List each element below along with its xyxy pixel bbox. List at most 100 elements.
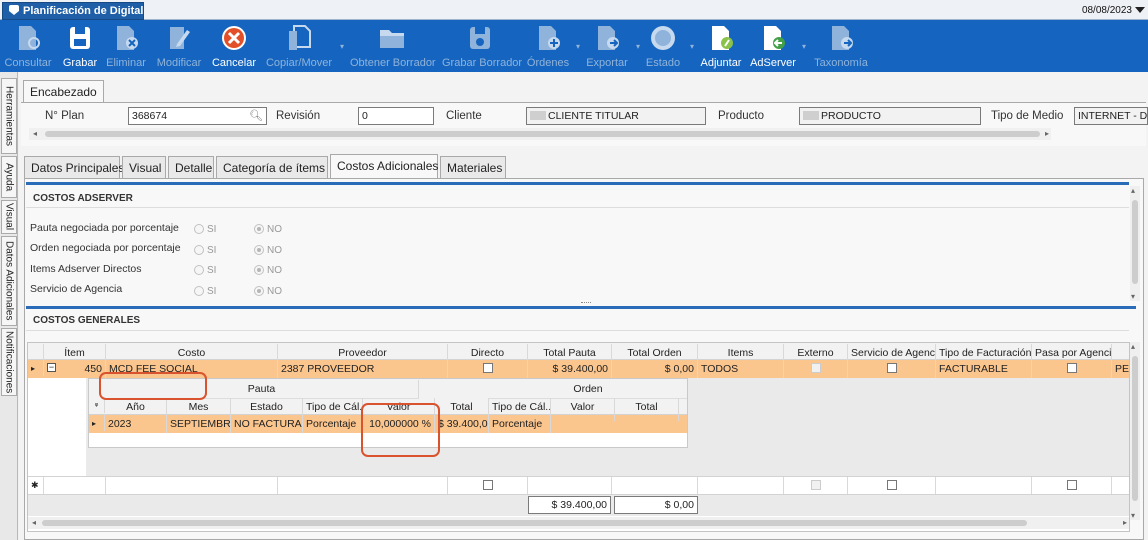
grid-scrollbar[interactable]: ◂ ▸	[28, 517, 1129, 529]
externo-checkbox[interactable]	[810, 363, 821, 373]
tipo-medio-input[interactable]: INTERNET - DIGI	[1074, 107, 1148, 125]
sub-cell-tipo-calculo[interactable]: Porcentaje	[303, 415, 363, 433]
scroll-right-icon[interactable]: ▸	[1123, 518, 1127, 527]
ordenes-button[interactable]: Órdenes ▾	[526, 20, 580, 72]
dropdown-arrow-icon[interactable]: ▾	[340, 42, 344, 51]
search-icon[interactable]: 🔍︎	[249, 109, 263, 122]
filter-icon[interactable]: ᵠ	[89, 398, 105, 413]
plan-input[interactable]: 368674 🔍︎	[128, 107, 267, 125]
sub-col-tipo-calculo-orden[interactable]: Tipo de Cál...	[489, 398, 551, 416]
scroll-thumb[interactable]	[1132, 200, 1138, 284]
dropdown-arrow-icon[interactable]: ▾	[636, 42, 640, 51]
dropdown-arrow-icon[interactable]: ▾	[802, 42, 806, 51]
radio-si[interactable]: SI	[194, 224, 216, 235]
externo-checkbox[interactable]	[810, 480, 821, 490]
copiar-mover-button[interactable]: Copiar/Mover ▾	[264, 20, 344, 72]
radio-no[interactable]: NO	[254, 265, 282, 276]
header-scrollbar[interactable]: ◂ ▸	[29, 128, 1051, 140]
exportar-button[interactable]: Exportar ▾	[584, 20, 640, 72]
tab-encabezado[interactable]: Encabezado	[23, 80, 104, 102]
estado-button[interactable]: Estado ▾	[642, 20, 694, 72]
radio-no[interactable]: NO	[254, 245, 282, 256]
dropdown-arrow-icon[interactable]: ▾	[690, 42, 694, 51]
sub-col-anio[interactable]: Año	[105, 398, 167, 416]
adserver-button[interactable]: AdServer ▾	[750, 20, 806, 72]
sub-cell-estado[interactable]: NO FACTURADO	[231, 415, 303, 433]
dropdown-arrow-icon[interactable]: ▾	[576, 42, 580, 51]
cell-total-pauta[interactable]: $ 39.400,00	[528, 360, 612, 378]
servicio-agencia-checkbox[interactable]	[886, 480, 897, 490]
side-tab-notificaciones[interactable]: Notificaciones	[1, 328, 17, 396]
radio-si[interactable]: SI	[194, 245, 216, 256]
producto-input[interactable]: PRODUCTO	[799, 107, 981, 125]
radio-no[interactable]: NO	[254, 286, 282, 297]
tab-costos-adicionales[interactable]: Costos Adicionales	[330, 154, 438, 179]
consultar-button[interactable]: Consultar	[0, 20, 56, 72]
grabar-button[interactable]: Grabar	[58, 20, 102, 72]
sub-col-mes[interactable]: Mes	[167, 398, 231, 416]
radio-no[interactable]: NO	[254, 224, 282, 235]
cliente-input[interactable]: CLIENTE TITULAR	[526, 107, 706, 125]
cell-proveedor[interactable]: 2387 PROVEEDOR	[278, 360, 448, 378]
cell-pasa-agencia[interactable]	[1032, 360, 1112, 379]
modificar-button[interactable]: Modificar	[152, 20, 206, 72]
obtener-borrador-button[interactable]: Obtener Borrador	[350, 20, 436, 72]
sub-cell-anio[interactable]: 2023	[105, 415, 167, 433]
cell-total-orden[interactable]: $ 0,00	[612, 360, 698, 378]
splitter-handle[interactable]	[581, 302, 591, 304]
eliminar-button[interactable]: Eliminar	[104, 20, 148, 72]
directo-checkbox[interactable]	[482, 480, 493, 490]
cell-directo[interactable]	[448, 360, 528, 379]
side-tab-herramientas[interactable]: Herramientas	[1, 78, 17, 154]
sub-cell-tipo-calculo-orden[interactable]: Porcentaje	[489, 415, 551, 433]
window-tab[interactable]: Planificación de Digital	[2, 2, 144, 20]
scroll-left-icon[interactable]: ◂	[32, 518, 36, 527]
radio-si[interactable]: SI	[194, 265, 216, 276]
tab-categoria-items[interactable]: Categoría de ítems	[216, 156, 328, 178]
sub-cell-valor-orden[interactable]	[551, 415, 615, 421]
scroll-left-icon[interactable]: ◂	[33, 129, 37, 138]
sub-col-total[interactable]: Total	[435, 398, 489, 416]
sub-cell-total-orden[interactable]	[615, 415, 679, 421]
sub-col-total-orden[interactable]: Total	[615, 398, 679, 416]
cancelar-button[interactable]: Cancelar	[210, 20, 258, 72]
cell-item[interactable]: −450	[44, 360, 106, 378]
tab-detalle[interactable]: Detalle	[168, 156, 214, 178]
adjuntar-button[interactable]: Adjuntar	[698, 20, 744, 72]
menu-arrow-icon[interactable]	[1135, 7, 1145, 13]
pasa-agencia-checkbox[interactable]	[1066, 363, 1077, 373]
side-tab-visual[interactable]: Visual	[1, 200, 17, 234]
scroll-down-icon[interactable]: ▾	[1131, 292, 1135, 301]
adserver-scrollbar[interactable]: ▴ ▾	[1130, 186, 1140, 301]
collapse-icon[interactable]: −	[47, 363, 56, 372]
revision-input[interactable]: 0	[358, 107, 434, 125]
side-tab-ayuda[interactable]: Ayuda	[1, 156, 17, 198]
sub-col-estado[interactable]: Estado	[231, 398, 303, 416]
tab-datos-principales[interactable]: Datos Principales	[24, 156, 124, 178]
grabar-borrador-button[interactable]: Grabar Borrador	[442, 20, 522, 72]
cell-extra[interactable]: PES	[1112, 360, 1129, 378]
sub-col-tipo-calculo[interactable]: Tipo de Cál...	[303, 398, 363, 416]
scroll-thumb[interactable]	[45, 131, 1040, 137]
cell-servicio-agencia[interactable]	[848, 360, 936, 379]
sub-cell-mes[interactable]: SEPTIEMBRE	[167, 415, 231, 433]
scroll-down-icon[interactable]: ▾	[1131, 511, 1135, 520]
radio-si[interactable]: SI	[194, 286, 216, 297]
scroll-right-icon[interactable]: ▸	[1045, 129, 1049, 138]
cell-tipo-facturacion[interactable]: FACTURABLE	[936, 360, 1032, 378]
cell-externo[interactable]	[784, 360, 848, 379]
directo-checkbox[interactable]	[482, 363, 493, 373]
pasa-agencia-checkbox[interactable]	[1066, 480, 1077, 490]
scroll-up-icon[interactable]: ▴	[1131, 342, 1135, 351]
scroll-thumb[interactable]	[42, 520, 1027, 526]
grid-vscrollbar[interactable]: ▴ ▾	[1130, 342, 1140, 520]
scroll-thumb[interactable]	[1132, 356, 1138, 501]
tab-visual[interactable]: Visual	[122, 156, 166, 178]
servicio-agencia-checkbox[interactable]	[886, 363, 897, 373]
tab-materiales[interactable]: Materiales	[440, 156, 506, 178]
scroll-up-icon[interactable]: ▴	[1131, 186, 1135, 195]
taxonomia-button[interactable]: Taxonomía	[812, 20, 870, 72]
sub-cell-total[interactable]: $ 39.400,00	[435, 415, 489, 433]
side-tab-datos-adicionales[interactable]: Datos Adicionales	[1, 236, 17, 326]
cell-items[interactable]: TODOS	[698, 360, 784, 378]
